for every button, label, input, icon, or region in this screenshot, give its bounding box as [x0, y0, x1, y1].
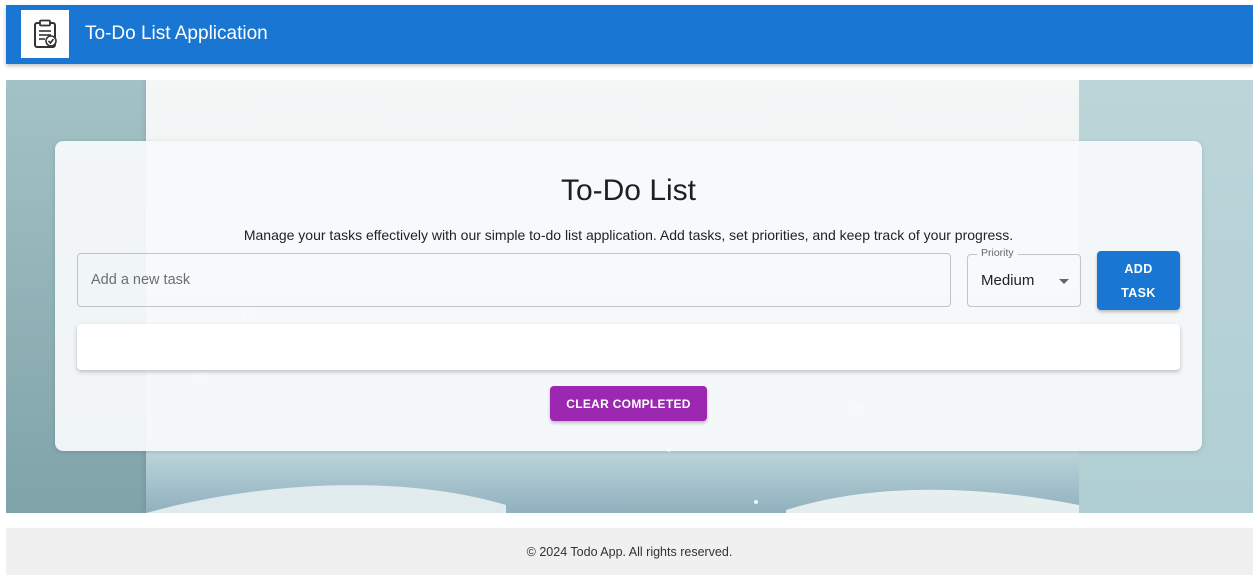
- page-title: To-Do List: [560, 174, 697, 207]
- priority-value: Medium: [981, 272, 1035, 289]
- app-title: To-Do List Application: [85, 23, 268, 44]
- app-logo: [21, 10, 69, 58]
- app-bar: To-Do List Application: [6, 5, 1253, 64]
- task-list: [77, 324, 1180, 370]
- priority-label: Priority: [977, 247, 1018, 260]
- footer-copyright: © 2024 Todo App. All rights reserved.: [526, 545, 733, 559]
- priority-select[interactable]: Priority Medium: [967, 247, 1081, 307]
- clipboard-check-icon: [34, 19, 57, 48]
- background-dot: [754, 500, 758, 504]
- add-task-button[interactable]: ADD TASK: [1097, 251, 1180, 310]
- page-description: Manage your tasks effectively with our s…: [243, 227, 1014, 243]
- clear-completed-button[interactable]: CLEAR COMPLETED: [550, 386, 707, 421]
- new-task-input[interactable]: [77, 253, 951, 307]
- add-task-button-line2: TASK: [1121, 285, 1156, 300]
- chevron-down-icon[interactable]: [1059, 279, 1069, 284]
- add-task-button-line1: ADD: [1124, 261, 1153, 276]
- footer: © 2024 Todo App. All rights reserved.: [6, 528, 1253, 575]
- background-wave: [146, 485, 1079, 513]
- todo-card: To-Do List Manage your tasks effectively…: [55, 141, 1202, 451]
